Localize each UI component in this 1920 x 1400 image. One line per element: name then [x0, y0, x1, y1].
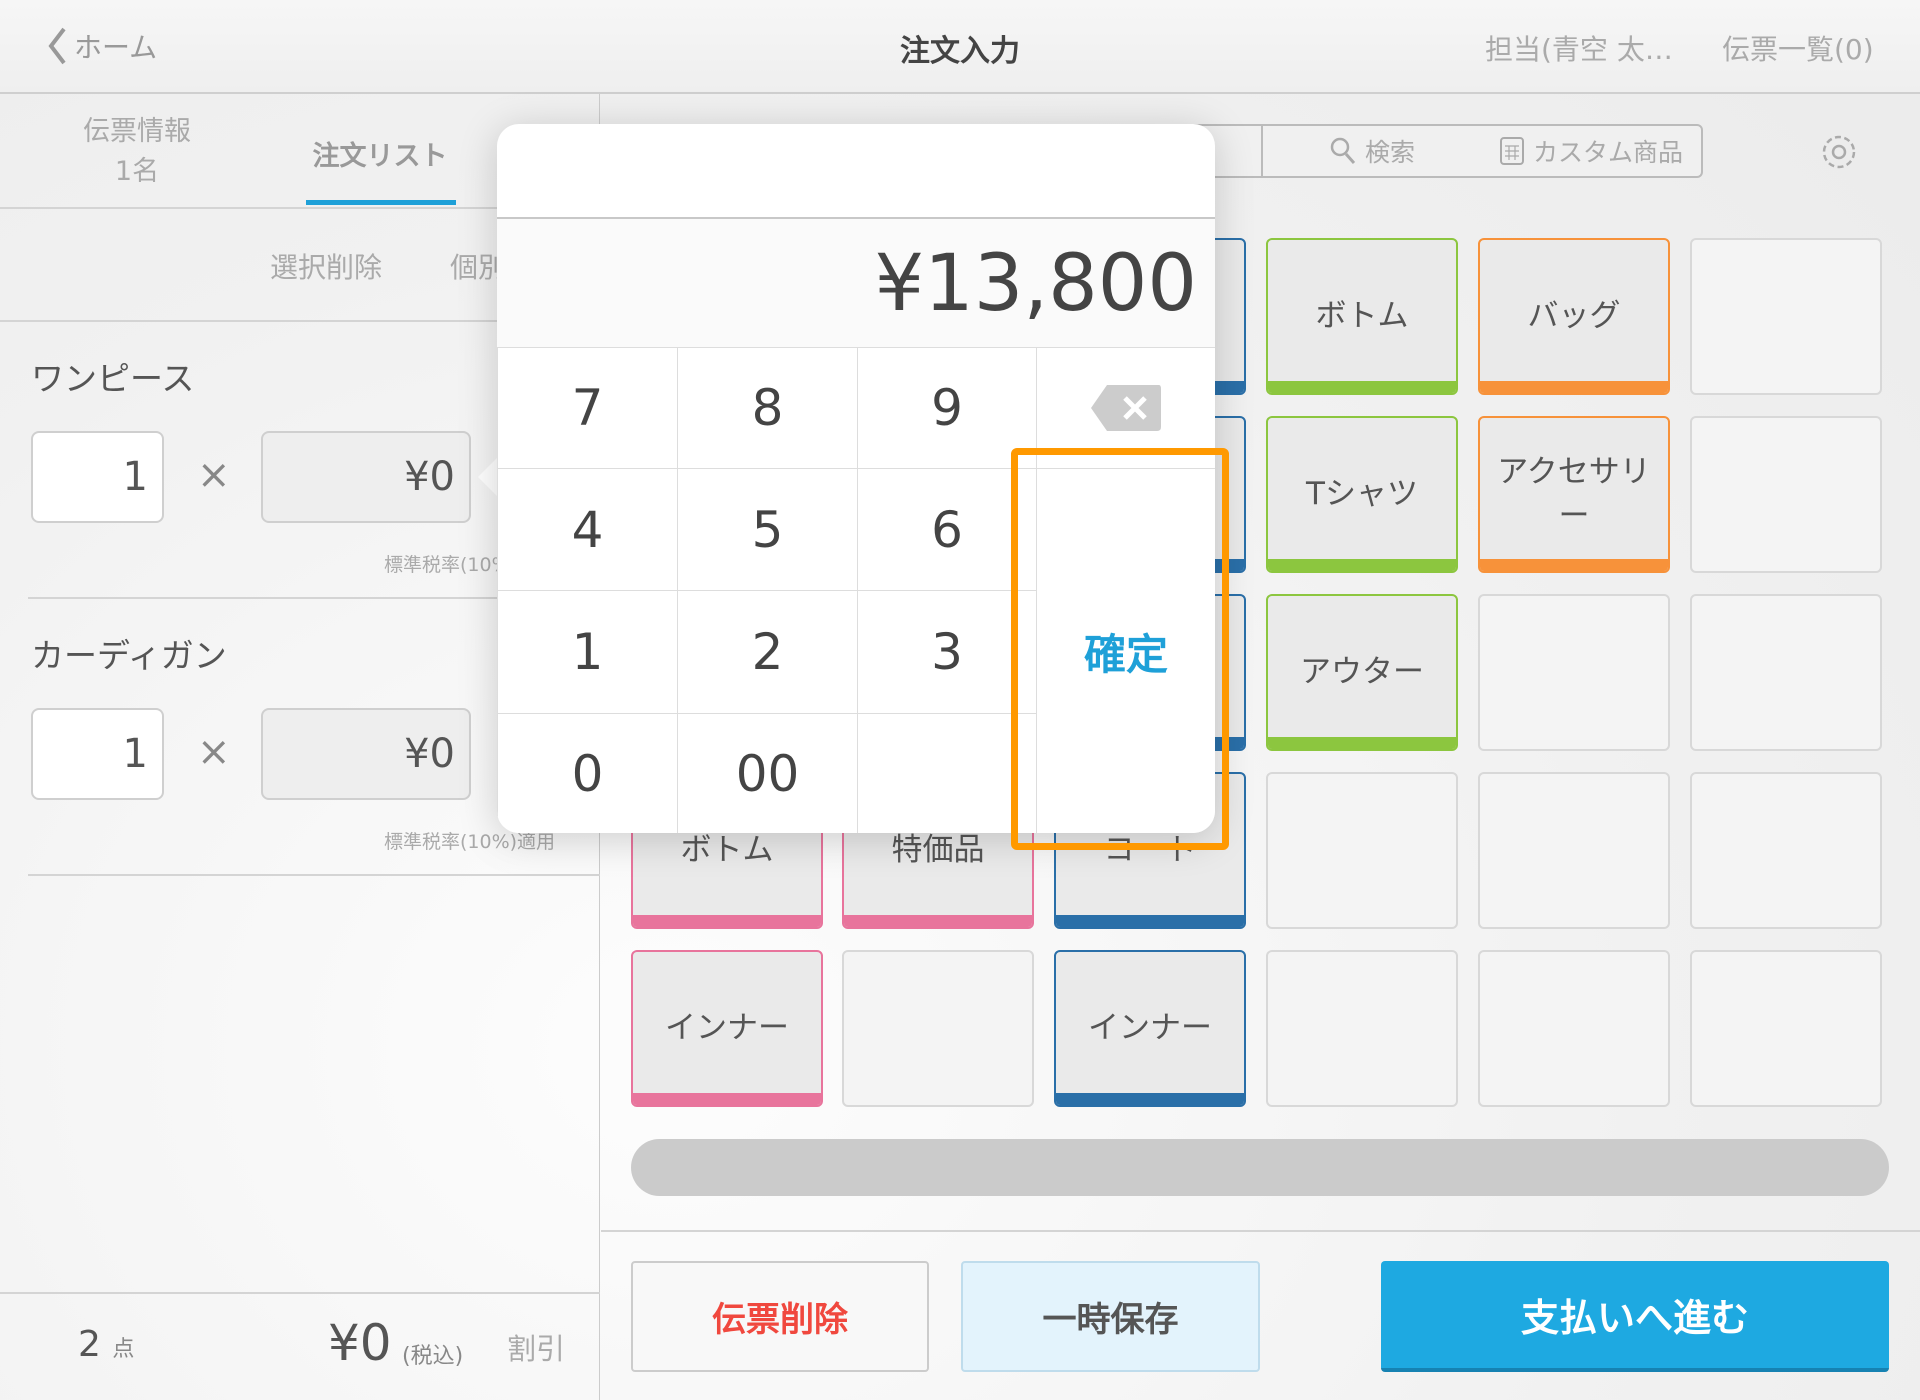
- active-tab-indicator: [306, 200, 456, 205]
- search-button[interactable]: 検索: [1261, 124, 1483, 178]
- key-2[interactable]: 2: [677, 590, 857, 713]
- tax-included-label: (税込): [402, 1344, 464, 1369]
- search-icon: [1330, 137, 1356, 164]
- category-color-bar: [1480, 559, 1668, 571]
- empty-tile: [1690, 238, 1882, 395]
- item-name: ワンピース: [31, 359, 195, 398]
- price-field[interactable]: ¥0: [261, 431, 471, 523]
- product-tile[interactable]: アウター: [1266, 594, 1458, 751]
- settings-gear-icon[interactable]: [1818, 131, 1860, 173]
- tab-order-list[interactable]: 注文リスト: [300, 134, 460, 173]
- product-tile[interactable]: インナー: [1054, 950, 1246, 1107]
- empty-tile: [842, 950, 1034, 1107]
- category-color-bar: [1056, 915, 1244, 927]
- key-5[interactable]: 5: [677, 468, 857, 590]
- category-color-bar: [1480, 381, 1668, 393]
- discount-button[interactable]: 割引: [507, 1326, 565, 1368]
- delete-slip-button[interactable]: 伝票削除: [631, 1261, 929, 1372]
- category-color-bar: [1268, 559, 1456, 571]
- key-3[interactable]: 3: [857, 590, 1036, 713]
- empty-tile: [1690, 772, 1882, 929]
- product-tile[interactable]: インナー: [631, 950, 823, 1107]
- empty-tile: [1690, 416, 1882, 573]
- product-label: インナー: [1088, 1009, 1212, 1046]
- empty-tile: [1266, 772, 1458, 929]
- divider: [28, 874, 600, 876]
- amount-display: ¥13,800: [497, 217, 1215, 347]
- multiply-sign: ×: [197, 452, 231, 498]
- category-color-bar: [633, 1093, 821, 1105]
- product-label: Tシャツ: [1306, 475, 1418, 512]
- product-tile[interactable]: ボトム: [1266, 238, 1458, 395]
- slip-list-link[interactable]: 伝票一覧(0): [1722, 28, 1874, 68]
- product-label: ボトム: [1315, 297, 1409, 334]
- empty-tile: [1478, 772, 1670, 929]
- highlight-annotation: [1011, 448, 1229, 850]
- empty-key: [857, 713, 1036, 833]
- product-label: ボトム: [680, 831, 774, 868]
- product-label: アウター: [1300, 653, 1424, 690]
- guest-count: 1名: [114, 156, 160, 187]
- quantity-field[interactable]: 1: [31, 708, 164, 800]
- product-label: 特価品: [891, 831, 985, 868]
- horizontal-scrollbar[interactable]: [631, 1139, 1889, 1196]
- key-9[interactable]: 9: [857, 347, 1036, 468]
- save-temporarily-button[interactable]: 一時保存: [961, 1261, 1260, 1372]
- staff-selector[interactable]: 担当(青空 太…: [1485, 28, 1673, 68]
- calculator-icon: [1499, 137, 1524, 165]
- category-color-bar: [633, 915, 821, 927]
- custom-product-label: カスタム商品: [1532, 138, 1683, 167]
- empty-tile: [1478, 950, 1670, 1107]
- product-label: インナー: [665, 1009, 789, 1046]
- item-count-unit: 点: [112, 1337, 135, 1362]
- total-amount: ¥0: [328, 1314, 392, 1372]
- category-color-bar: [1268, 381, 1456, 393]
- empty-tile: [1690, 594, 1882, 751]
- category-color-bar: [1268, 737, 1456, 749]
- price-field[interactable]: ¥0: [261, 708, 471, 800]
- item-name: カーディガン: [31, 636, 227, 675]
- divider: [0, 1292, 600, 1294]
- key-4[interactable]: 4: [497, 468, 677, 590]
- delete-selected-button[interactable]: 選択削除: [270, 246, 382, 286]
- key-6[interactable]: 6: [857, 468, 1036, 590]
- divider: [601, 1230, 1920, 1232]
- multiply-sign: ×: [197, 729, 231, 775]
- tab-slip-info[interactable]: 伝票情報 1名: [62, 112, 212, 192]
- key-1[interactable]: 1: [497, 590, 677, 713]
- proceed-to-payment-button[interactable]: 支払いへ進む: [1381, 1261, 1889, 1372]
- search-label: 検索: [1364, 138, 1415, 167]
- product-tile[interactable]: バッグ: [1478, 238, 1670, 395]
- empty-tile: [1690, 950, 1882, 1107]
- category-color-bar: [1056, 1093, 1244, 1105]
- product-label: バッグ: [1527, 297, 1621, 334]
- empty-tile: [1478, 594, 1670, 751]
- custom-product-button[interactable]: カスタム商品: [1481, 124, 1703, 178]
- item-count-value: 2: [78, 1324, 101, 1365]
- product-tile[interactable]: Tシャツ: [1266, 416, 1458, 573]
- quantity-field[interactable]: 1: [31, 431, 164, 523]
- empty-tile: [1266, 950, 1458, 1107]
- product-label: アクセサリー: [1497, 454, 1651, 534]
- key-7[interactable]: 7: [497, 347, 677, 468]
- key-00[interactable]: 00: [677, 713, 857, 833]
- header: ホーム 注文入力 担当(青空 太… 伝票一覧(0): [0, 0, 1920, 94]
- backspace-icon: [1091, 385, 1161, 431]
- category-color-bar: [844, 915, 1032, 927]
- key-8[interactable]: 8: [677, 347, 857, 468]
- key-0[interactable]: 0: [497, 713, 677, 833]
- tab-slip-info-label: 伝票情報: [83, 116, 191, 147]
- item-count: 2 点: [78, 1324, 134, 1365]
- product-tile[interactable]: アクセサリー: [1478, 416, 1670, 573]
